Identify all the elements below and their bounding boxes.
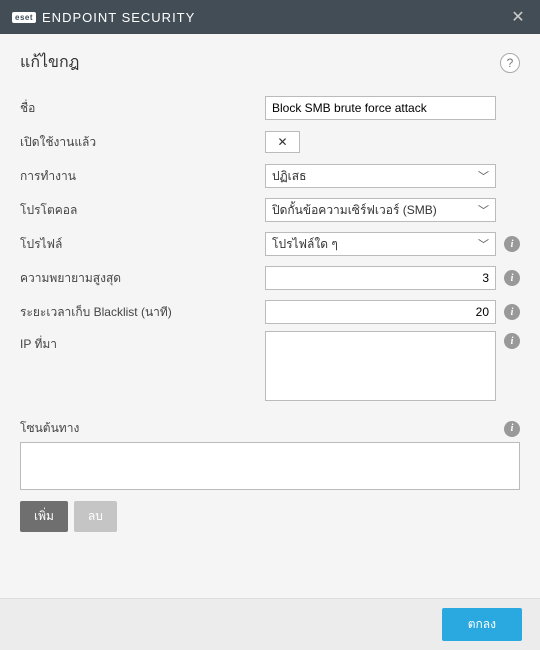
help-button[interactable]: ? [500,53,520,73]
profile-value: โปรไฟล์ใด ๆ [272,235,338,254]
chevron-down-icon: ﹀ [478,236,489,252]
page-title: แก้ไขกฎ [20,50,79,75]
page-header: แก้ไขกฎ ? [0,34,540,87]
delete-button: ลบ [74,501,117,532]
profile-label: โปรไฟล์ [20,235,265,254]
profile-select[interactable]: โปรไฟล์ใด ๆ ﹀ [265,232,496,256]
action-value: ปฏิเสธ [272,167,306,186]
enabled-label: เปิดใช้งานแล้ว [20,133,265,152]
enabled-toggle[interactable]: ✕ [265,131,300,153]
name-label: ชื่อ [20,99,265,118]
rule-form: ชื่อ เปิดใช้งานแล้ว ✕ การทำงาน ปฏิเสธ ﹀ … [0,87,540,538]
info-icon[interactable]: i [504,421,520,437]
chevron-down-icon: ﹀ [478,168,489,184]
action-select[interactable]: ปฏิเสธ ﹀ [265,164,496,188]
max-attempts-input[interactable] [265,266,496,290]
protocol-label: โปรโตคอล [20,201,265,220]
brand: eset ENDPOINT SECURITY [12,10,195,25]
blacklist-input[interactable] [265,300,496,324]
close-icon: ✕ [277,135,287,149]
source-ip-label: IP ที่มา [20,331,265,354]
source-ip-input[interactable] [265,331,496,401]
info-icon[interactable]: i [504,304,520,320]
ok-button[interactable]: ตกลง [442,608,522,641]
source-zone-input[interactable] [20,442,520,490]
protocol-select[interactable]: ปิดกั้นข้อความเซิร์ฟเวอร์ (SMB) ﹀ [265,198,496,222]
max-attempts-label: ความพยายามสูงสุด [20,269,265,288]
blacklist-label: ระยะเวลาเก็บ Blacklist (นาที) [20,303,265,322]
name-input[interactable] [265,96,496,120]
chevron-down-icon: ﹀ [478,202,489,218]
close-icon[interactable]: ✕ [506,7,530,27]
action-label: การทำงาน [20,167,265,186]
dialog-footer: ตกลง [0,598,540,650]
info-icon[interactable]: i [504,333,520,349]
protocol-value: ปิดกั้นข้อความเซิร์ฟเวอร์ (SMB) [272,201,437,220]
eset-logo: eset [12,12,36,23]
titlebar: eset ENDPOINT SECURITY ✕ [0,0,540,34]
source-zone-label: โซนต้นทาง [20,419,89,438]
add-button[interactable]: เพิ่ม [20,501,68,532]
info-icon[interactable]: i [504,236,520,252]
info-icon[interactable]: i [504,270,520,286]
product-name: ENDPOINT SECURITY [42,10,195,25]
